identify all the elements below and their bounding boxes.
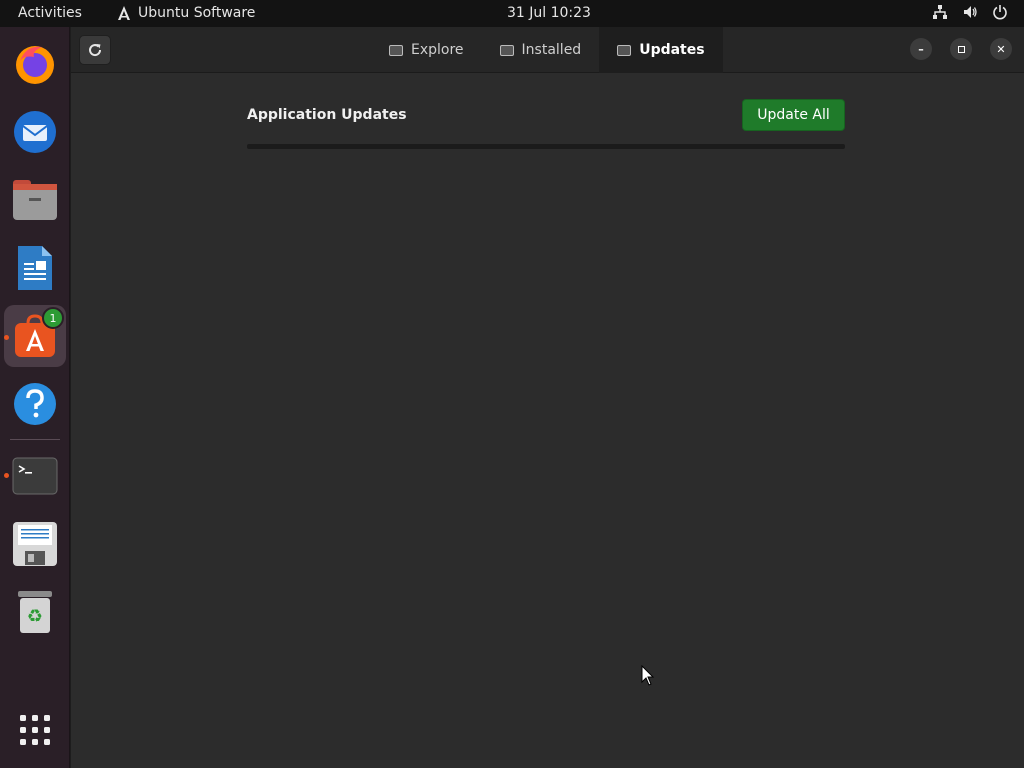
mouse-pointer-icon bbox=[641, 665, 655, 686]
dock-item-ubuntu-software[interactable]: 1 bbox=[4, 305, 66, 367]
trash-icon: ♻ bbox=[18, 591, 52, 633]
tab-label: Installed bbox=[521, 42, 582, 58]
window-controls: – ✕ bbox=[910, 38, 1012, 60]
show-apps-icon bbox=[20, 715, 50, 745]
running-indicator bbox=[4, 335, 9, 340]
ubuntu-software-small-icon bbox=[118, 6, 130, 20]
view-switcher: Explore Installed Updates bbox=[371, 27, 723, 73]
app-menu-label: Ubuntu Software bbox=[138, 5, 256, 21]
network-icon bbox=[933, 5, 947, 19]
tab-explore[interactable]: Explore bbox=[371, 27, 482, 73]
update-all-button[interactable]: Update All bbox=[742, 99, 845, 131]
dock-item-trash[interactable]: ♻ bbox=[4, 581, 66, 643]
explore-icon bbox=[389, 44, 403, 56]
updates-icon bbox=[617, 44, 632, 56]
save-disk-icon bbox=[13, 522, 57, 566]
dock-item-save[interactable] bbox=[4, 513, 66, 575]
maximize-icon bbox=[957, 45, 965, 53]
updates-page: Application Updates Update All bbox=[71, 74, 1024, 768]
app-menu[interactable]: Ubuntu Software bbox=[116, 5, 255, 21]
refresh-button[interactable] bbox=[79, 35, 111, 65]
system-tray[interactable] bbox=[932, 4, 1008, 20]
header-bar: Explore Installed Updates – ✕ bbox=[71, 27, 1024, 73]
close-button[interactable]: ✕ bbox=[990, 38, 1012, 60]
power-icon bbox=[993, 5, 1007, 20]
dock-item-show-apps[interactable] bbox=[4, 699, 66, 761]
files-icon bbox=[13, 180, 57, 220]
dock-item-help[interactable] bbox=[4, 373, 66, 435]
dock-item-terminal[interactable] bbox=[4, 445, 66, 507]
firefox-icon bbox=[16, 46, 54, 84]
installed-icon bbox=[499, 44, 514, 56]
libreoffice-writer-icon bbox=[18, 246, 52, 290]
minimize-icon: – bbox=[918, 42, 924, 56]
update-count-badge: 1 bbox=[42, 307, 64, 329]
dock-item-writer[interactable] bbox=[4, 237, 66, 299]
tab-label: Updates bbox=[639, 42, 705, 58]
dock-item-firefox[interactable] bbox=[4, 33, 66, 95]
svg-text:♻: ♻ bbox=[27, 606, 43, 627]
dock-item-files[interactable] bbox=[4, 169, 66, 231]
update-progress-bar bbox=[247, 144, 845, 149]
dock-item-thunderbird[interactable] bbox=[4, 101, 66, 163]
maximize-button[interactable] bbox=[950, 38, 972, 60]
refresh-icon bbox=[89, 44, 102, 57]
thunderbird-icon bbox=[14, 111, 56, 153]
tab-label: Explore bbox=[411, 42, 464, 58]
volume-icon bbox=[964, 6, 977, 18]
tab-installed[interactable]: Installed bbox=[482, 27, 600, 73]
dock-separator bbox=[10, 439, 60, 440]
dock: 1 ♻ bbox=[0, 27, 70, 768]
clock[interactable]: 31 Jul 10:23 bbox=[507, 5, 591, 21]
ubuntu-software-window: Explore Installed Updates – ✕ Applicatio… bbox=[71, 27, 1024, 768]
running-indicator bbox=[4, 473, 9, 478]
section-title: Application Updates bbox=[247, 107, 407, 123]
help-icon bbox=[14, 383, 56, 425]
activities-button[interactable]: Activities bbox=[18, 5, 82, 21]
top-bar: Activities Ubuntu Software 31 Jul 10:23 bbox=[0, 0, 1024, 27]
tab-updates[interactable]: Updates bbox=[599, 27, 723, 73]
minimize-button[interactable]: – bbox=[910, 38, 932, 60]
terminal-icon bbox=[12, 457, 58, 495]
close-icon: ✕ bbox=[996, 42, 1006, 56]
